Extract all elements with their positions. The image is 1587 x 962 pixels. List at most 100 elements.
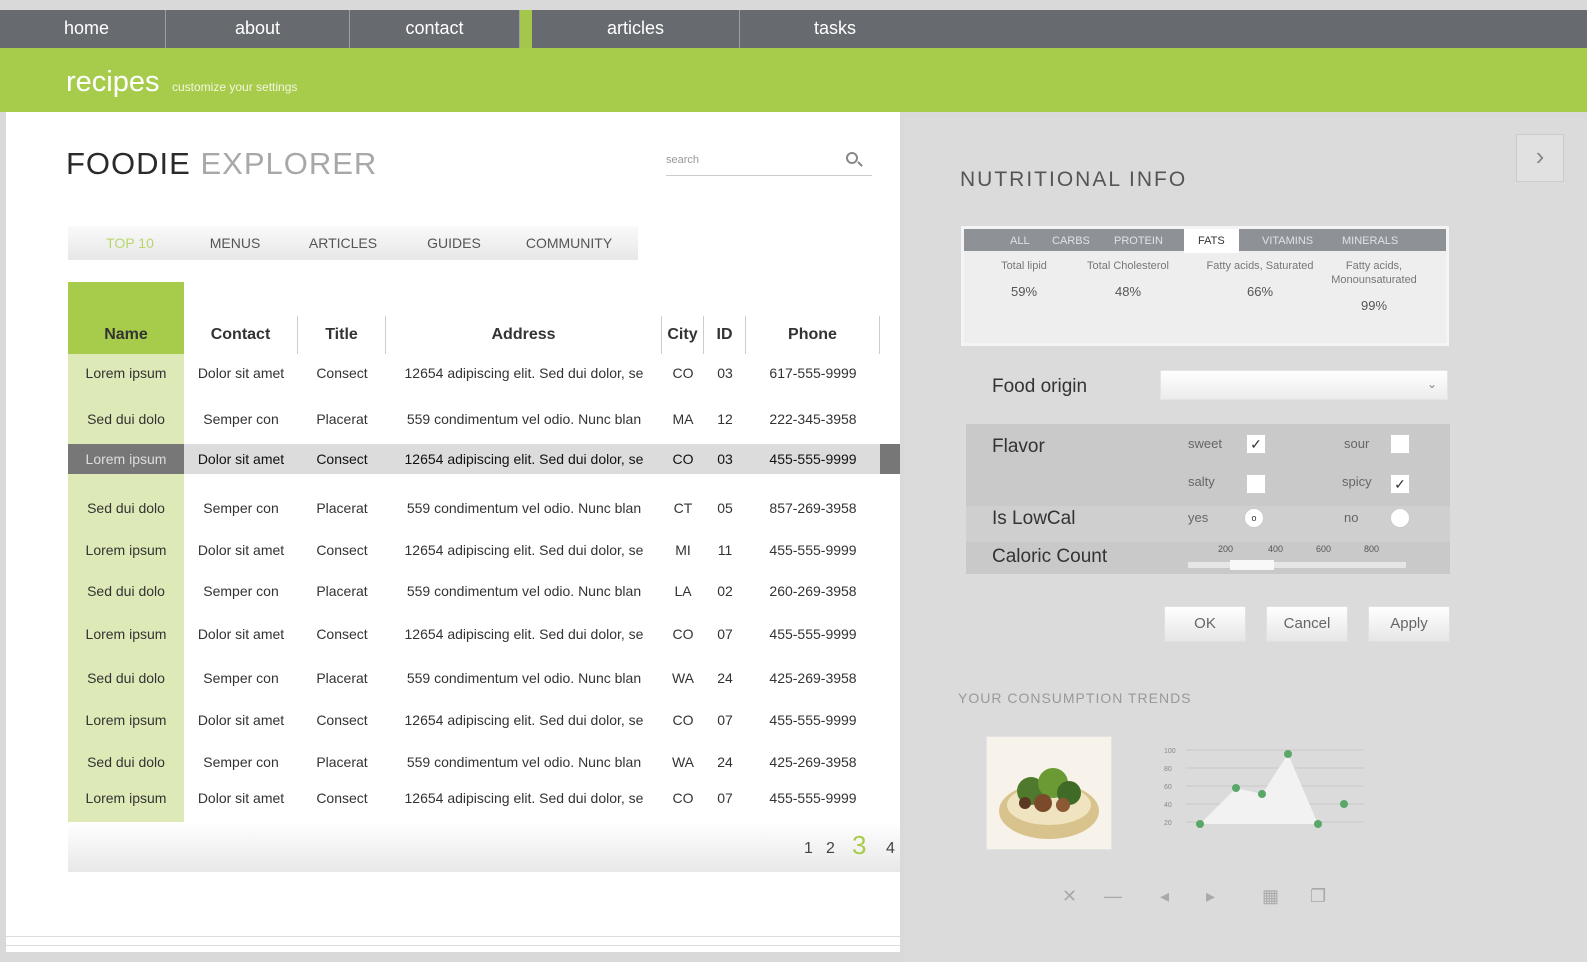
cell-id: 02 xyxy=(717,583,733,599)
cell-title: Consect xyxy=(316,542,368,558)
cell-name: Lorem ipsum xyxy=(85,365,167,381)
col-header-city[interactable]: City xyxy=(662,316,704,354)
search-icon[interactable] xyxy=(846,152,858,164)
col-header-title[interactable]: Title xyxy=(298,316,386,354)
prev-icon[interactable]: ◂ xyxy=(1160,886,1169,907)
nav-articles[interactable]: articles xyxy=(532,10,740,48)
cell-id: 05 xyxy=(717,500,733,516)
table-row[interactable]: Lorem ipsum Dolor sit amet Consect 12654 ad… xyxy=(68,612,900,656)
page-1[interactable]: 1 xyxy=(804,840,813,858)
close-icon[interactable]: ✕ xyxy=(1062,886,1077,907)
lowcal-no-label: no xyxy=(1344,510,1359,525)
table-row[interactable]: Sed dui dolo Semper con Placerat 559 condim… xyxy=(68,398,900,440)
table-row[interactable]: Lorem ipsum Dolor sit amet Consect 12654 ad… xyxy=(68,444,900,474)
trend-point xyxy=(1258,790,1266,798)
table-row[interactable]: Sed dui dolo Semper con Placerat 559 condim… xyxy=(68,486,900,530)
spicy-checkbox[interactable]: ✓ xyxy=(1390,474,1410,494)
cell-city: WA xyxy=(671,670,695,686)
ntab-carbs[interactable]: CARBS xyxy=(1052,235,1090,247)
tab-top10[interactable]: TOP 10 xyxy=(68,235,192,251)
col-header-id[interactable]: ID xyxy=(704,316,746,354)
cell-address: 559 condimentum vel odio. Nunc blan xyxy=(406,500,642,516)
nutri-label: Total lipid xyxy=(1001,260,1047,272)
food-origin-select[interactable]: ⌄ xyxy=(1160,370,1448,400)
chevron-right-icon[interactable]: › xyxy=(1516,134,1564,182)
table-row[interactable]: Sed dui dolo Semper con Placerat 559 condim… xyxy=(68,572,900,610)
col-header-phone[interactable]: Phone xyxy=(746,316,880,354)
cell-name: Sed dui dolo xyxy=(87,754,165,770)
trend-y-tick: 80 xyxy=(1164,766,1172,773)
cell-title: Consect xyxy=(316,712,368,728)
trend-y-tick: 40 xyxy=(1164,802,1172,809)
nutri-value: 66% xyxy=(1246,284,1274,299)
ntab-minerals[interactable]: MINERALS xyxy=(1342,235,1398,247)
lowcal-no-radio[interactable] xyxy=(1390,508,1410,528)
page-3-current[interactable]: 3 xyxy=(852,830,866,861)
col-header-address[interactable]: Address xyxy=(386,316,662,354)
ntab-vitamins[interactable]: VITAMINS xyxy=(1262,235,1313,247)
nav-about[interactable]: about xyxy=(166,10,350,48)
cell-name: Lorem ipsum xyxy=(85,790,167,806)
nav-tasks[interactable]: tasks xyxy=(740,10,930,48)
nav-home[interactable]: home xyxy=(0,10,166,48)
salty-checkbox[interactable] xyxy=(1246,474,1266,494)
ok-button[interactable]: OK xyxy=(1164,606,1246,642)
caloric-slider[interactable] xyxy=(1188,560,1406,570)
sweet-checkbox[interactable]: ✓ xyxy=(1246,434,1266,454)
ntab-fats[interactable]: FATS xyxy=(1184,229,1239,253)
cell-address: 12654 adipiscing elit. Sed dui dolor, se xyxy=(404,790,644,806)
page-2[interactable]: 2 xyxy=(826,840,835,858)
left-panel: FOODIE EXPLORER search TOP 10 MENUS ARTI… xyxy=(6,112,900,952)
cell-name: Lorem ipsum xyxy=(85,626,167,642)
table-header: Name Contact Title Address City ID Phone xyxy=(68,316,900,354)
cell-city: MA xyxy=(672,411,694,427)
col-header-name[interactable]: Name xyxy=(68,316,184,354)
table-row[interactable]: Lorem ipsum Dolor sit amet Consect 12654 ad… xyxy=(68,700,900,740)
cell-contact: Dolor sit amet xyxy=(197,790,285,806)
tab-community[interactable]: COMMUNITY xyxy=(500,235,638,251)
cell-phone: 455-555-9999 xyxy=(769,712,857,728)
slider-handle[interactable] xyxy=(1230,560,1274,570)
sour-label: sour xyxy=(1344,436,1370,451)
table-row[interactable]: Sed dui dolo Semper con Placerat 559 condim… xyxy=(68,742,900,782)
search-input[interactable]: search xyxy=(666,152,872,176)
cell-contact: Dolor sit amet xyxy=(197,712,285,728)
restore-icon[interactable]: ❐ xyxy=(1310,886,1326,907)
page-4[interactable]: 4 xyxy=(886,840,895,858)
nutritional-title: NUTRITIONAL INFO xyxy=(960,168,1188,191)
trend-point xyxy=(1196,820,1204,828)
cell-contact: Dolor sit amet xyxy=(197,365,285,381)
ntab-protein[interactable]: PROTEIN xyxy=(1114,235,1163,247)
tab-guides[interactable]: GUIDES xyxy=(408,235,500,251)
spicy-label: spicy xyxy=(1342,474,1372,489)
nav-contact[interactable]: contact xyxy=(350,10,520,48)
cell-name: Sed dui dolo xyxy=(87,411,165,427)
caloric-tick: 600 xyxy=(1316,544,1332,554)
trend-area xyxy=(1200,754,1318,824)
cell-phone: 455-555-9999 xyxy=(746,444,880,474)
nutri-col: Fatty acids, Monounsaturated 99% xyxy=(1310,259,1438,313)
col-header-contact[interactable]: Contact xyxy=(184,316,298,354)
lowcal-yes-radio[interactable]: o xyxy=(1244,508,1264,528)
tab-articles[interactable]: ARTICLES xyxy=(278,235,408,251)
cancel-button[interactable]: Cancel xyxy=(1266,606,1348,642)
search-placeholder: search xyxy=(666,154,700,166)
food-photo xyxy=(986,736,1112,850)
apply-button[interactable]: Apply xyxy=(1368,606,1450,642)
cell-city: MI xyxy=(675,542,691,558)
cell-city: CO xyxy=(672,365,694,381)
cell-phone: 222-345-3958 xyxy=(769,411,857,427)
table-row[interactable]: Lorem ipsum Dolor sit amet Consect 12654 ad… xyxy=(68,354,900,392)
cell-title: Placerat xyxy=(316,754,368,770)
cell-phone: 455-555-9999 xyxy=(769,790,857,806)
sour-checkbox[interactable] xyxy=(1390,434,1410,454)
table-row[interactable]: Sed dui dolo Semper con Placerat 559 condim… xyxy=(68,658,900,698)
cell-address: 559 condimentum vel odio. Nunc blan xyxy=(406,583,642,599)
next-icon[interactable]: ▸ xyxy=(1206,886,1215,907)
table-row[interactable]: Lorem ipsum Dolor sit amet Consect 12654 ad… xyxy=(68,532,900,568)
table-row[interactable]: Lorem ipsum Dolor sit amet Consect 12654 ad… xyxy=(68,780,900,816)
tab-menus[interactable]: MENUS xyxy=(192,235,278,251)
grid-icon[interactable]: ▦ xyxy=(1262,886,1279,907)
minimize-icon[interactable]: — xyxy=(1104,886,1122,907)
ntab-all[interactable]: ALL xyxy=(1010,235,1030,247)
